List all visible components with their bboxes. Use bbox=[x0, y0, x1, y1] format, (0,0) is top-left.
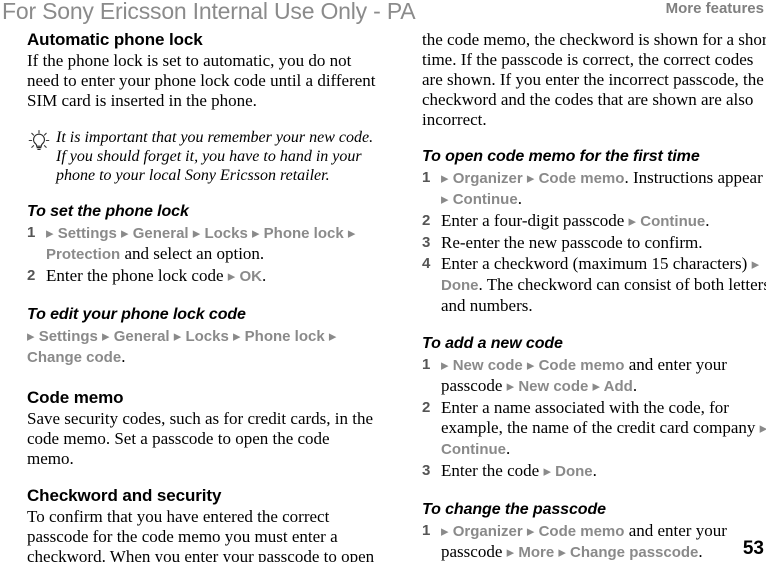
step-number: 3 bbox=[422, 234, 431, 251]
menu-path-token: ▸ Settings ▸ General ▸ Locks ▸ Phone loc… bbox=[27, 328, 337, 366]
procedure-step: 2 Enter the phone lock code ▸ OK. bbox=[27, 266, 378, 287]
step-number: 4 bbox=[422, 255, 431, 272]
steps-to-change-the-passcode: 1 ▸ Organizer ▸ Code memo and enter your … bbox=[422, 521, 766, 562]
step-text: Enter a name associated with the code, f… bbox=[441, 398, 766, 458]
manual-page: For Sony Ericsson Internal Use Only - PA… bbox=[0, 0, 766, 562]
plain-text-run: . bbox=[517, 189, 522, 208]
paragraph-automatic-phone-lock: If the phone lock is set to automatic, y… bbox=[27, 51, 376, 110]
menu-path-token: ▸ More ▸ Change passcode bbox=[506, 544, 699, 561]
plain-text-run: . bbox=[261, 266, 267, 285]
step-text: Enter a checkword (maximum 15 characters… bbox=[441, 254, 766, 315]
step-text: Enter the phone lock code ▸ OK. bbox=[46, 266, 266, 285]
step-text: ▸ Organizer ▸ Code memo. Instructions ap… bbox=[441, 168, 763, 208]
internal-use-watermark: For Sony Ericsson Internal Use Only - PA bbox=[2, 0, 416, 24]
tip-note: It is important that you remember your n… bbox=[27, 128, 378, 185]
heading-automatic-phone-lock: Automatic phone lock bbox=[27, 30, 203, 49]
plain-text-run: . bbox=[632, 376, 638, 395]
procedure-step: 1 ▸ New code ▸ Code memo and enter your p… bbox=[422, 355, 766, 397]
procedure-step: 3 Enter the code ▸ Done. bbox=[422, 461, 766, 482]
procedure-step: 2 Enter a four-digit passcode ▸ Continue. bbox=[422, 211, 766, 232]
menu-path-token: ▸ New code ▸ Code memo bbox=[441, 357, 625, 374]
procedure-step: 1 ▸ Organizer ▸ Code memo and enter your … bbox=[422, 521, 766, 562]
plain-text-run: Enter the phone lock code bbox=[46, 266, 228, 285]
menu-path-token: ▸ Continue bbox=[628, 213, 706, 230]
step-text: ▸ New code ▸ Code memo and enter your pa… bbox=[441, 355, 727, 395]
menu-path-token: ▸ OK bbox=[227, 268, 262, 285]
menu-path-token: ▸ Continue bbox=[441, 191, 518, 208]
step-number: 1 bbox=[422, 522, 431, 539]
heading-to-edit-your-phone-lock-code: To edit your phone lock code bbox=[27, 306, 246, 323]
step-number: 2 bbox=[422, 212, 431, 229]
paragraph-checkword-continued: the code memo, the checkword is shown fo… bbox=[422, 30, 766, 129]
procedure-step: 1 ▸ Settings ▸ General ▸ Locks ▸ Phone lo… bbox=[27, 223, 378, 265]
heading-to-change-the-passcode: To change the passcode bbox=[422, 501, 606, 518]
left-column: Automatic phone lock If the phone lock i… bbox=[27, 30, 378, 562]
steps-to-open-code-memo-first-time: 1 ▸ Organizer ▸ Code memo. Instructions a… bbox=[422, 168, 766, 316]
step-text: Enter the code ▸ Done. bbox=[441, 461, 597, 480]
heading-to-set-the-phone-lock: To set the phone lock bbox=[27, 203, 189, 220]
plain-text-run: and select an option. bbox=[120, 244, 265, 263]
page-number: 53 bbox=[742, 538, 764, 559]
plain-text-run: Enter a four-digit passcode bbox=[441, 211, 629, 230]
right-column: the code memo, the checkword is shown fo… bbox=[422, 30, 766, 562]
menu-path-edit-phone-lock-code: ▸ Settings ▸ General ▸ Locks ▸ Phone loc… bbox=[27, 326, 378, 368]
plain-text-run: . bbox=[506, 439, 511, 458]
step-number: 2 bbox=[27, 267, 36, 284]
procedure-step: 4 Enter a checkword (maximum 15 character… bbox=[422, 254, 766, 316]
steps-to-set-the-phone-lock: 1 ▸ Settings ▸ General ▸ Locks ▸ Phone lo… bbox=[27, 223, 378, 287]
plain-text-run: . The checkword can consist of both lett… bbox=[441, 275, 766, 315]
plain-text-run: . Instructions appear bbox=[624, 168, 763, 187]
plain-text-run: Enter a checkword (maximum 15 characters… bbox=[441, 254, 752, 273]
step-text: Enter a four-digit passcode ▸ Continue. bbox=[441, 211, 709, 230]
step-number: 3 bbox=[422, 462, 431, 479]
plain-text-run: Enter the code bbox=[441, 461, 544, 480]
running-head-chapter-title: More features bbox=[665, 0, 764, 17]
step-text: Re-enter the new passcode to confirm. bbox=[441, 233, 703, 252]
plain-text-run: . bbox=[121, 347, 126, 366]
step-number: 1 bbox=[422, 356, 431, 373]
plain-text-run: . bbox=[705, 211, 710, 230]
plain-text-run: . bbox=[698, 542, 703, 561]
lightbulb-icon bbox=[27, 129, 51, 153]
menu-path-token: ▸ Organizer ▸ Code memo bbox=[441, 523, 625, 540]
procedure-step: 2 Enter a name associated with the code, … bbox=[422, 398, 766, 460]
menu-path-token: ▸ Organizer ▸ Code memo bbox=[441, 170, 625, 187]
plain-text-run: . bbox=[592, 461, 597, 480]
plain-text-run: Enter a name associated with the code, f… bbox=[441, 398, 760, 437]
step-number: 1 bbox=[422, 169, 431, 186]
step-text: ▸ Settings ▸ General ▸ Locks ▸ Phone loc… bbox=[46, 223, 355, 263]
tip-text: It is important that you remember your n… bbox=[56, 129, 374, 184]
paragraph-code-memo: Save security codes, such as for credit … bbox=[27, 409, 374, 468]
steps-to-add-a-new-code: 1 ▸ New code ▸ Code memo and enter your p… bbox=[422, 355, 766, 482]
procedure-step: 1 ▸ Organizer ▸ Code memo. Instructions a… bbox=[422, 168, 766, 210]
heading-checkword-and-security: Checkword and security bbox=[27, 486, 222, 505]
menu-path-token: ▸ Done bbox=[543, 463, 593, 480]
plain-text-run: Re-enter the new passcode to confirm. bbox=[441, 233, 703, 252]
procedure-step: 3 Re-enter the new passcode to confirm. bbox=[422, 233, 766, 253]
menu-path-token: ▸ New code ▸ Add bbox=[506, 378, 633, 395]
heading-code-memo: Code memo bbox=[27, 388, 124, 407]
heading-to-add-a-new-code: To add a new code bbox=[422, 335, 563, 352]
paragraph-checkword-and-security: To confirm that you have entered the cor… bbox=[27, 507, 375, 562]
step-text: ▸ Organizer ▸ Code memo and enter your p… bbox=[441, 521, 727, 561]
heading-to-open-code-memo-first-time: To open code memo for the first time bbox=[422, 148, 700, 165]
step-number: 1 bbox=[27, 224, 36, 241]
step-number: 2 bbox=[422, 399, 431, 416]
